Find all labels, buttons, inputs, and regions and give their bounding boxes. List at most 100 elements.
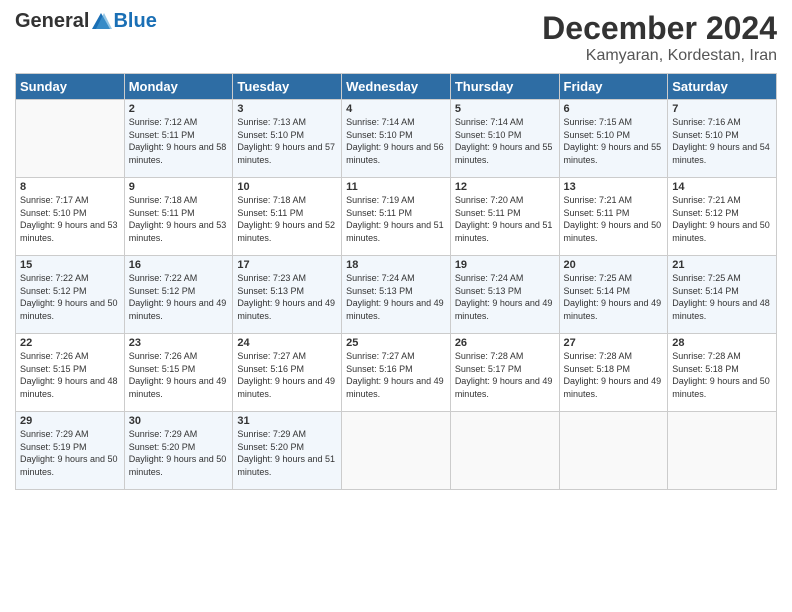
cell-w3-d3: 25 Sunrise: 7:27 AMSunset: 5:16 PMDayligh… — [342, 334, 451, 412]
day-info: Sunrise: 7:26 AMSunset: 5:15 PMDaylight:… — [129, 351, 227, 399]
day-info: Sunrise: 7:19 AMSunset: 5:11 PMDaylight:… — [346, 195, 444, 243]
day-number: 16 — [129, 259, 229, 271]
cell-w0-d4: 5 Sunrise: 7:14 AMSunset: 5:10 PMDaylight… — [450, 100, 559, 178]
day-info: Sunrise: 7:26 AMSunset: 5:15 PMDaylight:… — [20, 351, 118, 399]
day-info: Sunrise: 7:22 AMSunset: 5:12 PMDaylight:… — [20, 273, 118, 321]
day-info: Sunrise: 7:27 AMSunset: 5:16 PMDaylight:… — [237, 351, 335, 399]
day-number: 19 — [455, 259, 555, 271]
day-number: 15 — [20, 259, 120, 271]
cell-w3-d1: 23 Sunrise: 7:26 AMSunset: 5:15 PMDayligh… — [124, 334, 233, 412]
day-info: Sunrise: 7:29 AMSunset: 5:20 PMDaylight:… — [237, 429, 335, 477]
day-number: 23 — [129, 337, 229, 349]
header-thursday: Thursday — [450, 74, 559, 100]
day-info: Sunrise: 7:25 AMSunset: 5:14 PMDaylight:… — [564, 273, 662, 321]
day-info: Sunrise: 7:14 AMSunset: 5:10 PMDaylight:… — [346, 117, 444, 165]
day-info: Sunrise: 7:29 AMSunset: 5:20 PMDaylight:… — [129, 429, 227, 477]
cell-w1-d0: 8 Sunrise: 7:17 AMSunset: 5:10 PMDaylight… — [16, 178, 125, 256]
day-number: 20 — [564, 259, 664, 271]
day-number: 25 — [346, 337, 446, 349]
day-number: 11 — [346, 181, 446, 193]
cell-w1-d3: 11 Sunrise: 7:19 AMSunset: 5:11 PMDayligh… — [342, 178, 451, 256]
logo-general: General — [15, 10, 89, 33]
location-title: Kamyaran, Kordestan, Iran — [542, 47, 777, 65]
header-wednesday: Wednesday — [342, 74, 451, 100]
week-row-0: 2 Sunrise: 7:12 AMSunset: 5:11 PMDaylight… — [16, 100, 777, 178]
day-info: Sunrise: 7:20 AMSunset: 5:11 PMDaylight:… — [455, 195, 553, 243]
day-info: Sunrise: 7:21 AMSunset: 5:12 PMDaylight:… — [672, 195, 770, 243]
day-info: Sunrise: 7:18 AMSunset: 5:11 PMDaylight:… — [237, 195, 335, 243]
cell-w0-d0 — [16, 100, 125, 178]
day-info: Sunrise: 7:27 AMSunset: 5:16 PMDaylight:… — [346, 351, 444, 399]
cell-w3-d2: 24Sunrise: 7:27 AMSunset: 5:16 PMDayligh… — [233, 334, 342, 412]
logo-icon — [90, 11, 112, 33]
day-number: 12 — [455, 181, 555, 193]
day-number: 7 — [672, 103, 772, 115]
cell-w2-d4: 19 Sunrise: 7:24 AMSunset: 5:13 PMDayligh… — [450, 256, 559, 334]
cell-w2-d5: 20 Sunrise: 7:25 AMSunset: 5:14 PMDayligh… — [559, 256, 668, 334]
cell-w4-d1: 30 Sunrise: 7:29 AMSunset: 5:20 PMDayligh… — [124, 412, 233, 490]
cell-w2-d2: 17Sunrise: 7:23 AMSunset: 5:13 PMDayligh… — [233, 256, 342, 334]
day-number: 5 — [455, 103, 555, 115]
header-tuesday: Tuesday — [233, 74, 342, 100]
cell-w3-d6: 28Sunrise: 7:28 AMSunset: 5:18 PMDayligh… — [668, 334, 777, 412]
day-number: 2 — [129, 103, 229, 115]
cell-w2-d6: 21 Sunrise: 7:25 AMSunset: 5:14 PMDayligh… — [668, 256, 777, 334]
week-row-4: 29Sunrise: 7:29 AMSunset: 5:19 PMDayligh… — [16, 412, 777, 490]
day-info: Sunrise: 7:15 AMSunset: 5:10 PMDaylight:… — [564, 117, 662, 165]
cell-w3-d0: 22 Sunrise: 7:26 AMSunset: 5:15 PMDayligh… — [16, 334, 125, 412]
header-sunday: Sunday — [16, 74, 125, 100]
day-info: Sunrise: 7:12 AMSunset: 5:11 PMDaylight:… — [129, 117, 227, 165]
day-info: Sunrise: 7:18 AMSunset: 5:11 PMDaylight:… — [129, 195, 227, 243]
cell-w4-d2: 31 Sunrise: 7:29 AMSunset: 5:20 PMDayligh… — [233, 412, 342, 490]
cell-w3-d4: 26 Sunrise: 7:28 AMSunset: 5:17 PMDayligh… — [450, 334, 559, 412]
cell-w0-d6: 7 Sunrise: 7:16 AMSunset: 5:10 PMDaylight… — [668, 100, 777, 178]
day-number: 8 — [20, 181, 120, 193]
day-info: Sunrise: 7:28 AMSunset: 5:18 PMDaylight:… — [672, 351, 770, 399]
day-info: Sunrise: 7:24 AMSunset: 5:13 PMDaylight:… — [455, 273, 553, 321]
cell-w4-d5 — [559, 412, 668, 490]
header-saturday: Saturday — [668, 74, 777, 100]
day-number: 10 — [237, 181, 337, 193]
day-number: 13 — [564, 181, 664, 193]
day-number: 29 — [20, 415, 120, 427]
cell-w1-d1: 9Sunrise: 7:18 AMSunset: 5:11 PMDaylight… — [124, 178, 233, 256]
main-container: General Blue December 2024 Kamyaran, Kor… — [0, 0, 792, 500]
day-number: 6 — [564, 103, 664, 115]
month-title: December 2024 — [542, 10, 777, 47]
day-number: 26 — [455, 337, 555, 349]
logo: General Blue — [15, 10, 157, 33]
cell-w4-d0: 29Sunrise: 7:29 AMSunset: 5:19 PMDayligh… — [16, 412, 125, 490]
day-info: Sunrise: 7:17 AMSunset: 5:10 PMDaylight:… — [20, 195, 118, 243]
cell-w2-d3: 18 Sunrise: 7:24 AMSunset: 5:13 PMDayligh… — [342, 256, 451, 334]
day-number: 27 — [564, 337, 664, 349]
day-info: Sunrise: 7:14 AMSunset: 5:10 PMDaylight:… — [455, 117, 553, 165]
header-row: Sunday Monday Tuesday Wednesday Thursday… — [16, 74, 777, 100]
day-number: 3 — [237, 103, 337, 115]
header-monday: Monday — [124, 74, 233, 100]
cell-w1-d5: 13Sunrise: 7:21 AMSunset: 5:11 PMDayligh… — [559, 178, 668, 256]
day-number: 31 — [237, 415, 337, 427]
day-info: Sunrise: 7:13 AMSunset: 5:10 PMDaylight:… — [237, 117, 335, 165]
cell-w2-d1: 16Sunrise: 7:22 AMSunset: 5:12 PMDayligh… — [124, 256, 233, 334]
cell-w2-d0: 15 Sunrise: 7:22 AMSunset: 5:12 PMDayligh… — [16, 256, 125, 334]
day-number: 30 — [129, 415, 229, 427]
calendar-table: Sunday Monday Tuesday Wednesday Thursday… — [15, 73, 777, 490]
cell-w0-d2: 3 Sunrise: 7:13 AMSunset: 5:10 PMDaylight… — [233, 100, 342, 178]
cell-w4-d6 — [668, 412, 777, 490]
day-info: Sunrise: 7:28 AMSunset: 5:17 PMDaylight:… — [455, 351, 553, 399]
day-info: Sunrise: 7:16 AMSunset: 5:10 PMDaylight:… — [672, 117, 770, 165]
cell-w0-d1: 2 Sunrise: 7:12 AMSunset: 5:11 PMDaylight… — [124, 100, 233, 178]
day-info: Sunrise: 7:24 AMSunset: 5:13 PMDaylight:… — [346, 273, 444, 321]
day-number: 21 — [672, 259, 772, 271]
week-row-3: 22 Sunrise: 7:26 AMSunset: 5:15 PMDayligh… — [16, 334, 777, 412]
header: General Blue December 2024 Kamyaran, Kor… — [15, 10, 777, 65]
cell-w1-d2: 10 Sunrise: 7:18 AMSunset: 5:11 PMDayligh… — [233, 178, 342, 256]
day-number: 22 — [20, 337, 120, 349]
day-number: 18 — [346, 259, 446, 271]
day-number: 17 — [237, 259, 337, 271]
day-number: 4 — [346, 103, 446, 115]
day-info: Sunrise: 7:25 AMSunset: 5:14 PMDaylight:… — [672, 273, 770, 321]
cell-w0-d5: 6 Sunrise: 7:15 AMSunset: 5:10 PMDaylight… — [559, 100, 668, 178]
header-friday: Friday — [559, 74, 668, 100]
week-row-2: 15 Sunrise: 7:22 AMSunset: 5:12 PMDayligh… — [16, 256, 777, 334]
